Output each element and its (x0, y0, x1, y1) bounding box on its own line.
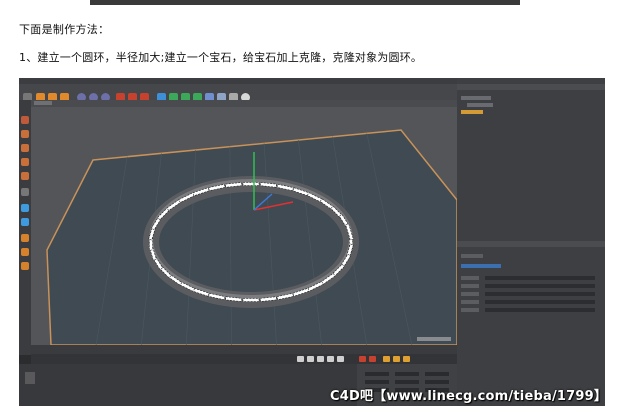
record-icon[interactable] (359, 356, 366, 362)
grid-spacing-hud (417, 337, 451, 341)
attr-label (461, 308, 479, 312)
viewport[interactable] (31, 100, 457, 345)
attr-field[interactable] (485, 276, 595, 280)
attr-label (461, 254, 483, 258)
autokey-icon[interactable] (369, 356, 376, 362)
step-1-text: 1、建立一个圆环，半径加大;建立一个宝石，给宝石加上克隆，克隆对象为圆环。 (19, 51, 423, 64)
last-frame-icon[interactable] (337, 356, 344, 362)
playback-controls (31, 354, 457, 364)
tool-icon[interactable] (21, 116, 29, 124)
c4d-screenshot (19, 78, 605, 406)
object-manager (457, 78, 605, 406)
timeline[interactable] (31, 345, 457, 354)
object-row-cloner[interactable] (461, 96, 491, 100)
intro-text: 下面是制作方法： (19, 23, 110, 36)
coord-field[interactable] (425, 372, 449, 376)
gem-clone (242, 298, 260, 302)
attr-field[interactable] (485, 308, 595, 312)
attr-label (461, 276, 479, 280)
tool-icon[interactable] (21, 218, 29, 226)
coord-field[interactable] (395, 380, 419, 384)
keyframe-icon[interactable] (383, 356, 390, 362)
tool-icon[interactable] (21, 130, 29, 138)
prev-frame-icon[interactable] (307, 356, 314, 362)
attr-field[interactable] (485, 284, 595, 288)
coord-field[interactable] (425, 380, 449, 384)
object-row-torus[interactable] (461, 110, 483, 114)
gem-clone (242, 182, 260, 186)
viewport-header (31, 100, 457, 107)
tool-icon[interactable] (21, 234, 29, 242)
coord-field[interactable] (395, 372, 419, 376)
attr-label (461, 292, 479, 296)
tool-icon[interactable] (21, 172, 29, 180)
floor-plane (46, 129, 457, 345)
coord-field[interactable] (365, 372, 389, 376)
tool-icon[interactable] (21, 262, 29, 270)
attr-label (461, 284, 479, 288)
tool-icon[interactable] (21, 188, 29, 196)
coord-field[interactable] (365, 380, 389, 384)
attr-tab[interactable] (461, 264, 501, 268)
attr-field[interactable] (485, 300, 595, 304)
tool-icon[interactable] (21, 158, 29, 166)
first-frame-icon[interactable] (297, 356, 304, 362)
next-frame-icon[interactable] (327, 356, 334, 362)
top-image-strip (90, 0, 520, 5)
play-icon[interactable] (317, 356, 324, 362)
tool-icon[interactable] (21, 204, 29, 212)
attr-field[interactable] (485, 292, 595, 296)
object-manager-header (457, 84, 605, 90)
watermark-text: C4D吧【www.linecg.com/tieba/1799】 (330, 389, 608, 404)
keyframe-icon[interactable] (393, 356, 400, 362)
material-swatch[interactable] (25, 372, 35, 384)
tool-icon[interactable] (21, 248, 29, 256)
attribute-manager-header (457, 241, 605, 247)
viewport-title (34, 101, 52, 105)
viewport-scene (46, 129, 457, 345)
attr-label (461, 300, 479, 304)
object-row-gem[interactable] (467, 103, 493, 107)
toolbar (19, 84, 457, 102)
left-tool-palette (19, 100, 31, 355)
tool-icon[interactable] (21, 144, 29, 152)
keyframe-icon[interactable] (403, 356, 410, 362)
page-right-margin (609, 0, 625, 415)
